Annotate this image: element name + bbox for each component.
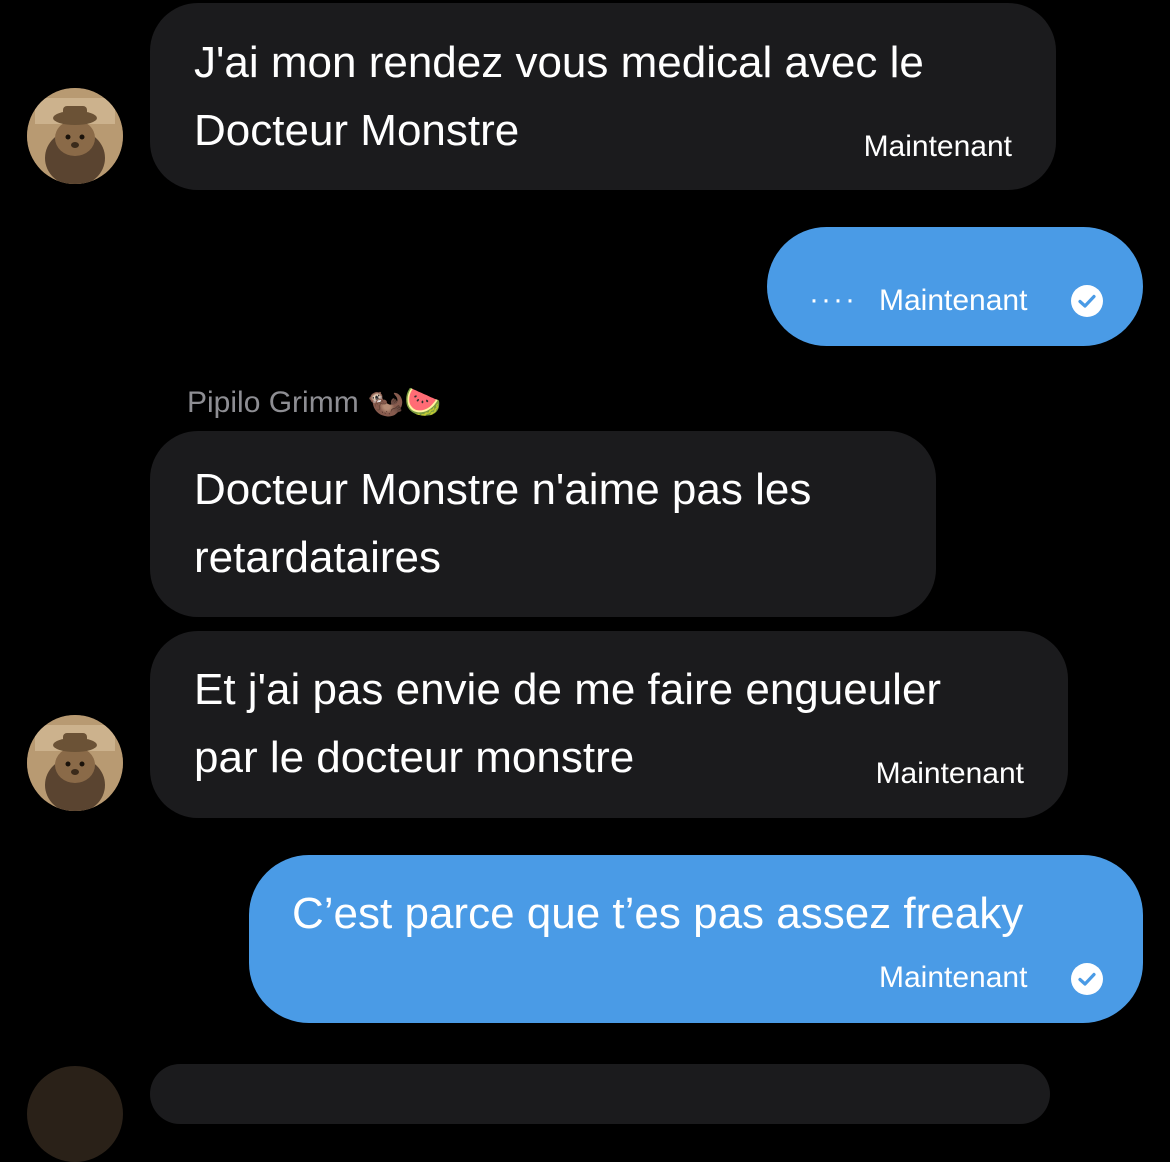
message-bubble-outgoing[interactable]: ···· Maintenant <box>767 227 1143 346</box>
message-text: C’est parce que t’es pas assez freaky <box>292 889 1024 938</box>
message-bubble-incoming[interactable]: Et j'ai pas envie de me faire engueuler … <box>150 631 1068 818</box>
message-bubble-incoming[interactable]: J'ai mon rendez vous medical avec le Doc… <box>150 3 1056 190</box>
message-timestamp: Maintenant <box>879 961 1028 994</box>
ellipsis-text: ···· <box>809 283 857 316</box>
sender-name: Pipilo Grimm 🦦🍉 <box>187 386 442 419</box>
message-timestamp: Maintenant <box>863 130 1012 163</box>
message-bubble-outgoing[interactable]: C’est parce que t’es pas assez freaky Ma… <box>249 855 1143 1023</box>
message-bubble-incoming[interactable]: Docteur Monstre n'aime pas les retardata… <box>150 431 936 617</box>
avatar[interactable] <box>27 88 123 184</box>
avatar[interactable] <box>27 715 123 811</box>
avatar[interactable] <box>27 1066 123 1162</box>
message-bubble-incoming[interactable] <box>150 1064 1050 1124</box>
message-text: Docteur Monstre n'aime pas les retardata… <box>194 465 812 582</box>
message-timestamp: Maintenant <box>875 757 1024 790</box>
message-timestamp: Maintenant <box>879 284 1028 317</box>
message-text: J'ai mon rendez vous medical avec le Doc… <box>194 38 924 155</box>
message-text: Et j'ai pas envie de me faire engueuler … <box>194 665 942 782</box>
check-circle-icon <box>1071 963 1103 995</box>
check-circle-icon <box>1071 285 1103 317</box>
